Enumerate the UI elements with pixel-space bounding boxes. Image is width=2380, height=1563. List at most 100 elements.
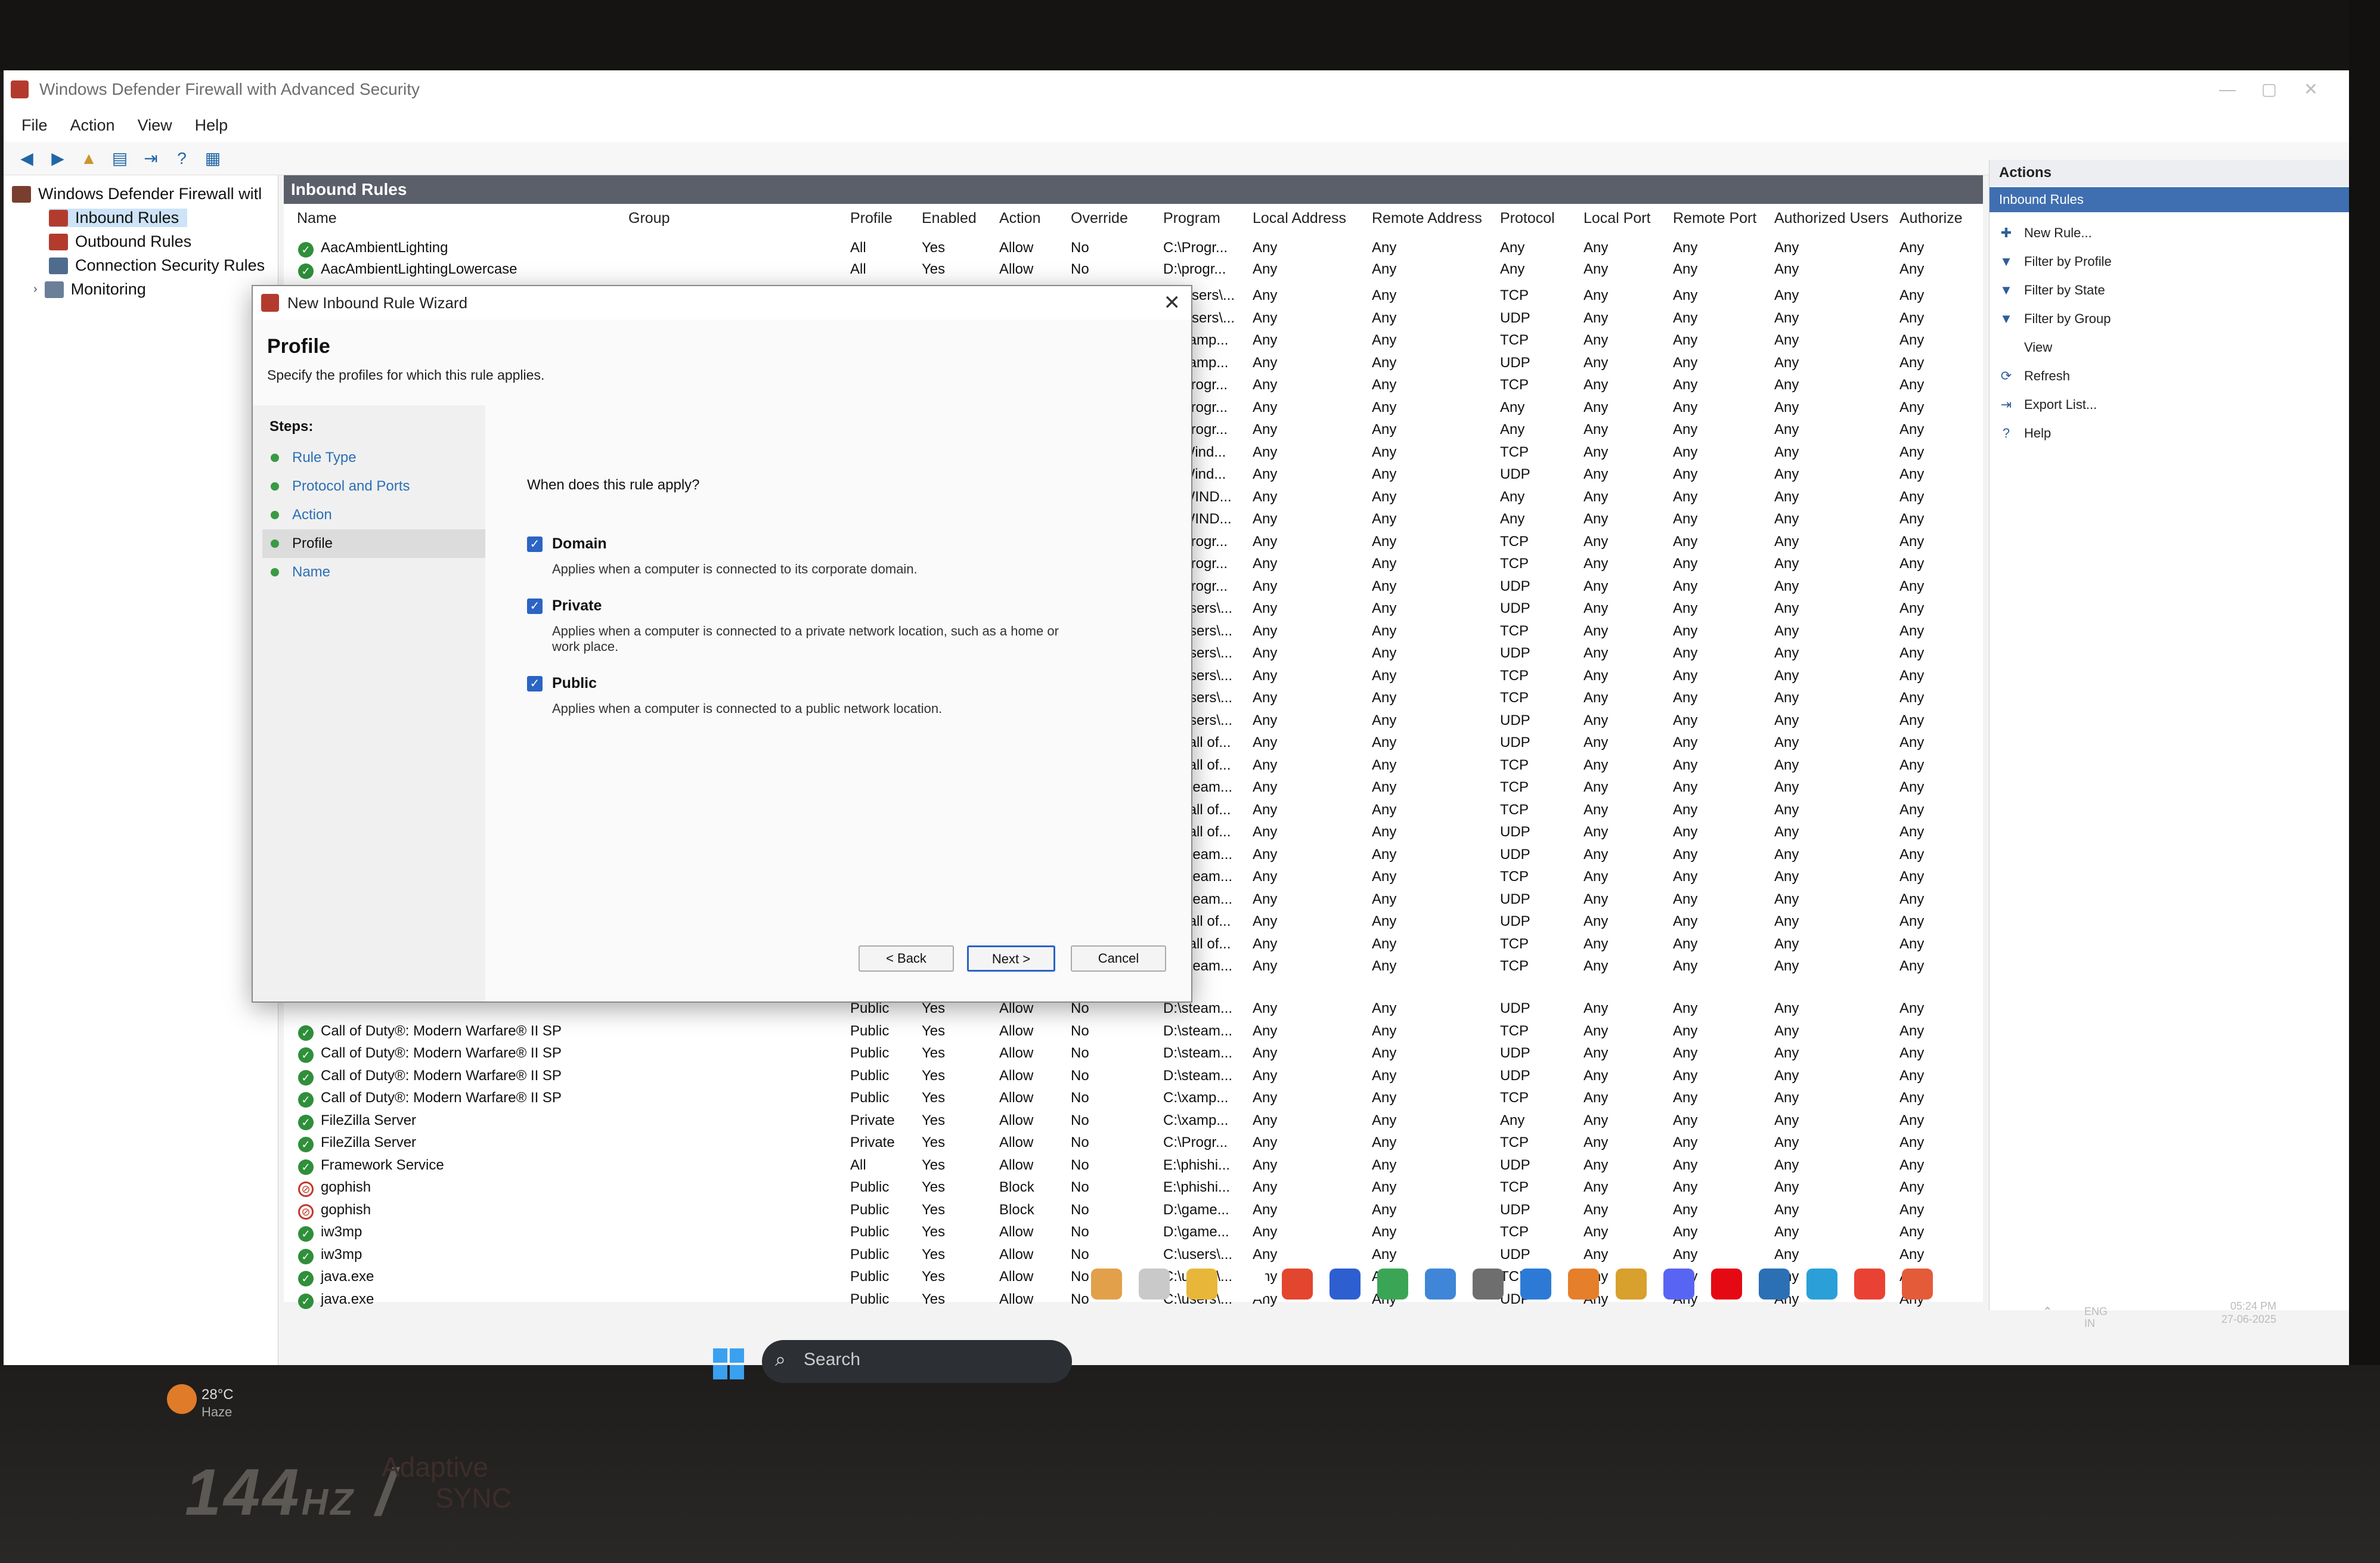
taskbar-app-icon[interactable] xyxy=(1711,1269,1742,1300)
help-icon[interactable]: ? xyxy=(171,147,193,170)
action-filter-by-profile[interactable]: ▼ Filter by Profile xyxy=(1999,254,2112,269)
maximize-icon[interactable]: ▢ xyxy=(2251,76,2287,103)
table-row[interactable]: ⊘ gophish Public Yes Block No E:\phishi... Any A… xyxy=(284,1179,1983,1201)
menu-file[interactable]: File xyxy=(21,116,48,135)
table-row[interactable]: ✓ Framework Service All Yes Allow No E:\phishi… xyxy=(284,1157,1983,1179)
cancel-button[interactable]: Cancel xyxy=(1071,945,1166,972)
column-protocol[interactable]: Protocol xyxy=(1500,210,1555,227)
action-view[interactable]: View xyxy=(1999,340,2052,355)
windows-start-icon[interactable] xyxy=(713,1348,744,1379)
taskbar-app-icon[interactable] xyxy=(1186,1269,1217,1300)
public-checkbox[interactable]: ✓ xyxy=(527,676,543,691)
column-action[interactable]: Action xyxy=(999,210,1040,227)
action-help[interactable]: ? Help xyxy=(1999,426,2051,441)
cell-users: Any xyxy=(1774,1201,1799,1218)
private-checkbox[interactable]: ✓ xyxy=(527,598,543,614)
column-override[interactable]: Override xyxy=(1071,210,1128,227)
taskbar-app-icon[interactable] xyxy=(1663,1269,1694,1300)
export-list-icon[interactable]: ⇥ xyxy=(140,147,162,170)
table-row[interactable]: Public Yes Allow No D:\steam... Any Any UDP Any A… xyxy=(284,1000,1983,1022)
cell-rport: Any xyxy=(1673,935,1698,952)
table-row[interactable]: ✓ iw3mp Public Yes Allow No C:\users\... Any Any… xyxy=(284,1246,1983,1269)
up-folder-icon[interactable]: ▲ xyxy=(78,147,100,170)
close-icon[interactable]: ✕ xyxy=(2293,76,2329,103)
taskbar-app-icon[interactable] xyxy=(1091,1269,1122,1300)
step-action[interactable]: Action xyxy=(262,501,485,529)
column-program[interactable]: Program xyxy=(1163,210,1220,227)
table-row[interactable]: ✓ Call of Duty®: Modern Warfare® II SP Pub… xyxy=(284,1090,1983,1112)
taskbar-app-icon[interactable] xyxy=(1616,1269,1647,1300)
column-enabled[interactable]: Enabled xyxy=(922,210,977,227)
table-row[interactable]: ✓ FileZilla Server Private Yes Allow No C:\Pro… xyxy=(284,1134,1983,1156)
action-export-list[interactable]: ⇥ Export List... xyxy=(1999,397,2097,413)
column-authorized-users[interactable]: Authorized Users xyxy=(1774,210,1889,227)
taskbar-app-icon[interactable] xyxy=(1282,1269,1313,1300)
table-row[interactable]: ✓ iw3mp Public Yes Allow No D:\game... Any Any TC… xyxy=(284,1224,1983,1246)
taskbar-app-icon[interactable] xyxy=(1520,1269,1551,1300)
menu-view[interactable]: View xyxy=(138,116,172,135)
minimize-icon[interactable]: — xyxy=(2209,76,2245,103)
back-arrow-icon[interactable]: ◀ xyxy=(16,147,38,170)
table-row[interactable]: ✓ Call of Duty®: Modern Warfare® II SP Pub… xyxy=(284,1045,1983,1067)
language-indicator[interactable]: ENG IN xyxy=(2084,1305,2108,1329)
table-row[interactable]: ⊘ gophish Public Yes Block No D:\game... Any Any… xyxy=(284,1202,1983,1224)
taskbar-app-icon[interactable] xyxy=(1425,1269,1456,1300)
table-row[interactable]: ✓ Call of Duty®: Modern Warfare® II SP Pub… xyxy=(284,1068,1983,1090)
taskbar-app-icon[interactable] xyxy=(1139,1269,1170,1300)
taskbar-app-icon[interactable] xyxy=(1234,1269,1265,1300)
taskbar-app-icon[interactable] xyxy=(1473,1269,1504,1300)
show-action-pane-icon[interactable]: ▦ xyxy=(202,147,224,170)
menu-action[interactable]: Action xyxy=(70,116,115,135)
step-protocol-and-ports[interactable]: Protocol and Ports xyxy=(262,472,485,501)
step-name[interactable]: Name xyxy=(262,558,485,587)
column-local-address[interactable]: Local Address xyxy=(1253,210,1346,227)
cell-profile: Public xyxy=(850,1246,890,1263)
clock[interactable]: 05:24 PM 27-06-2025 xyxy=(2221,1300,2276,1326)
show-hide-tree-icon[interactable]: ▤ xyxy=(109,147,131,170)
action-refresh[interactable]: ⟳ Refresh xyxy=(1999,368,2070,384)
menu-help[interactable]: Help xyxy=(195,116,228,135)
table-row[interactable]: ✓ FileZilla Server Private Yes Allow No C:\xam… xyxy=(284,1112,1983,1134)
forward-arrow-icon[interactable]: ▶ xyxy=(47,147,69,170)
column-local-port[interactable]: Local Port xyxy=(1583,210,1651,227)
step-profile[interactable]: Profile xyxy=(262,529,485,558)
action-filter-by-state[interactable]: ▼ Filter by State xyxy=(1999,283,2105,298)
action-filter-by-group[interactable]: ▼ Filter by Group xyxy=(1999,311,2111,327)
tree-item-outbound-rules[interactable]: Outbound Rules xyxy=(49,232,191,251)
back-button[interactable]: < Back xyxy=(859,945,954,972)
taskbar-app-icon[interactable] xyxy=(1902,1269,1933,1300)
next-button[interactable]: Next > xyxy=(967,945,1055,972)
column-authorize[interactable]: Authorize xyxy=(1899,210,1963,227)
taskbar-app-icon[interactable] xyxy=(1568,1269,1599,1300)
column-remote-address[interactable]: Remote Address xyxy=(1372,210,1482,227)
weather-icon[interactable] xyxy=(167,1384,197,1414)
taskbar-app-icon[interactable] xyxy=(1806,1269,1837,1300)
cell-remote: Any xyxy=(1372,1134,1397,1150)
column-remote-port[interactable]: Remote Port xyxy=(1673,210,1756,227)
table-row[interactable]: ✓ AacAmbientLighting All Yes Allow No C:\Progr… xyxy=(284,240,1983,262)
tree-root[interactable]: Windows Defender Firewall witl xyxy=(12,185,262,203)
action-new-rule[interactable]: ✚ New Rule... xyxy=(1999,225,2092,241)
tree-item-monitoring[interactable]: › Monitoring xyxy=(33,280,146,299)
column-group[interactable]: Group xyxy=(628,210,670,227)
allow-rule-icon: ✓ xyxy=(298,1137,314,1152)
taskbar-app-icon[interactable] xyxy=(1854,1269,1885,1300)
step-rule-type[interactable]: Rule Type xyxy=(262,444,485,472)
tree-item-inbound-rules[interactable]: Inbound Rules xyxy=(49,209,188,227)
domain-checkbox[interactable]: ✓ xyxy=(527,536,543,552)
table-row[interactable]: ✓ Call of Duty®: Modern Warfare® II SP Pub… xyxy=(284,1023,1983,1045)
table-row[interactable]: ✓ AacAmbientLightingLowercase All Yes Allow N… xyxy=(284,261,1983,283)
tray-chevron-icon[interactable]: ⌃ xyxy=(2043,1304,2053,1319)
dialog-close-icon[interactable]: ✕ xyxy=(1164,291,1181,315)
taskbar-app-icon[interactable] xyxy=(1759,1269,1790,1300)
expand-chevron-icon[interactable]: › xyxy=(33,283,38,296)
actions-section-inbound-rules[interactable]: Inbound Rules xyxy=(1989,187,2349,212)
tree-item-connection-security[interactable]: Connection Security Rules xyxy=(49,256,265,275)
taskbar-app-icon[interactable] xyxy=(1330,1269,1361,1300)
cell-action: Allow xyxy=(999,1134,1034,1150)
column-profile[interactable]: Profile xyxy=(850,210,892,227)
column-name[interactable]: Name xyxy=(297,210,337,227)
weather-temperature[interactable]: 28°C xyxy=(202,1387,234,1403)
weather-condition[interactable]: Haze xyxy=(202,1404,232,1420)
taskbar-app-icon[interactable] xyxy=(1377,1269,1408,1300)
